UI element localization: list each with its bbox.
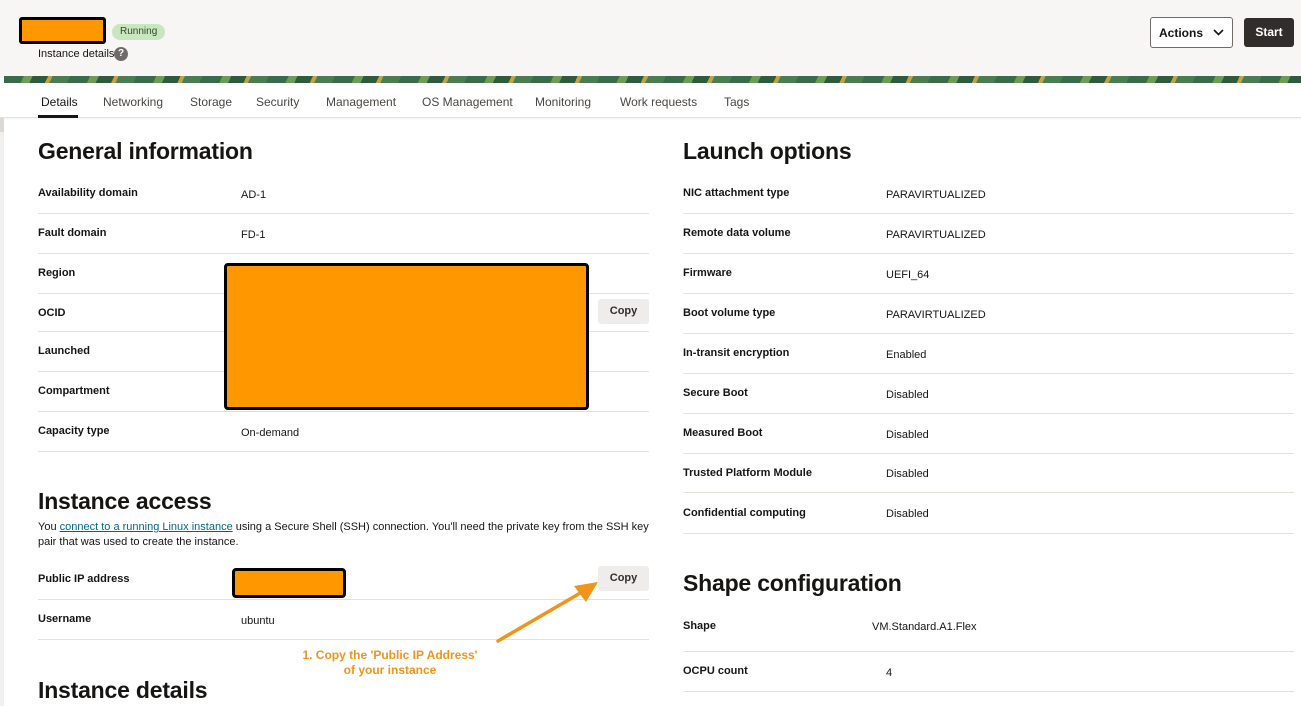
divider [38, 213, 649, 214]
fault-domain-label: Fault domain [38, 227, 107, 239]
ocid-label: OCID [38, 307, 66, 319]
in-transit-encryption-label: In-transit encryption [683, 347, 790, 359]
general-information-title: General information [38, 138, 253, 164]
left-scroll-edge [0, 118, 4, 706]
divider [38, 451, 649, 452]
username-label: Username [38, 613, 92, 625]
tab-networking[interactable]: Networking [103, 95, 163, 109]
tab-tags[interactable]: Tags [724, 95, 749, 109]
redacted-instance-name [19, 17, 106, 44]
username-value: ubuntu [241, 615, 275, 627]
actions-label: Actions [1158, 25, 1203, 40]
remote-data-volume-value: PARAVIRTUALIZED [886, 229, 986, 241]
page-header: Running Instance details ? Actions Start [0, 0, 1301, 78]
divider [683, 293, 1294, 294]
measured-boot-label: Measured Boot [683, 427, 763, 439]
instance-access-description: You connect to a running Linux instance … [38, 520, 650, 550]
scroll-mark [0, 118, 4, 132]
divider [683, 453, 1294, 454]
active-tab-indicator [38, 115, 78, 118]
ocpu-count-value: 4 [886, 667, 893, 679]
divider [683, 213, 1294, 214]
ocpu-count-label: OCPU count [683, 665, 748, 677]
annotation-line-1: 1. Copy the 'Public IP Address' [302, 648, 478, 662]
divider [683, 492, 1294, 493]
region-label: Region [38, 267, 76, 279]
instance-details-title: Instance details [38, 677, 208, 703]
firmware-label: Firmware [683, 267, 732, 279]
boot-volume-type-value: PARAVIRTUALIZED [886, 309, 986, 321]
compartment-label: Compartment [38, 385, 110, 397]
launch-options-title: Launch options [683, 138, 852, 164]
divider [683, 253, 1294, 254]
tab-bar: Details Networking Storage Security Mana… [0, 83, 1301, 118]
tab-details[interactable]: Details [41, 95, 78, 109]
redacted-public-ip [232, 568, 346, 598]
connect-linux-instance-link[interactable]: connect to a running Linux instance [60, 521, 233, 533]
copy-public-ip-button[interactable]: Copy [598, 566, 649, 591]
divider [683, 651, 1294, 652]
annotation-callout: 1. Copy the 'Public IP Address' of your … [270, 648, 510, 678]
secure-boot-label: Secure Boot [683, 387, 748, 399]
in-transit-encryption-value: Enabled [886, 349, 927, 361]
divider [683, 533, 1294, 534]
public-ip-label: Public IP address [38, 573, 130, 585]
confidential-computing-value: Disabled [886, 508, 929, 520]
capacity-type-value: On-demand [241, 427, 300, 439]
nic-attachment-value: PARAVIRTUALIZED [886, 189, 986, 201]
tab-work-requests[interactable]: Work requests [620, 95, 697, 109]
divider [683, 413, 1294, 414]
divider [683, 373, 1294, 374]
availability-domain-label: Availability domain [38, 187, 138, 199]
nic-attachment-label: NIC attachment type [683, 187, 790, 199]
shape-value: VM.Standard.A1.Flex [872, 621, 977, 633]
redacted-region-ocid-values [224, 263, 589, 410]
header-banner [4, 76, 1301, 83]
divider [38, 253, 649, 254]
capacity-type-label: Capacity type [38, 425, 110, 437]
divider [38, 599, 649, 600]
trusted-platform-module-label: Trusted Platform Module [683, 467, 812, 479]
actions-button[interactable]: Actions [1150, 17, 1233, 48]
divider [683, 333, 1294, 334]
access-text-before: You [38, 521, 60, 533]
chevron-down-icon [1213, 29, 1224, 36]
tab-security[interactable]: Security [256, 95, 299, 109]
annotation-line-2: of your instance [343, 663, 437, 677]
secure-boot-value: Disabled [886, 389, 929, 401]
copy-ocid-button[interactable]: Copy [598, 299, 649, 324]
shape-configuration-title: Shape configuration [683, 570, 902, 596]
trusted-platform-module-value: Disabled [886, 468, 929, 480]
availability-domain-value: AD-1 [241, 189, 267, 201]
launched-label: Launched [38, 345, 90, 357]
tab-os-management[interactable]: OS Management [422, 95, 513, 109]
tab-monitoring[interactable]: Monitoring [535, 95, 591, 109]
firmware-value: UEFI_64 [886, 269, 930, 281]
start-button[interactable]: Start [1244, 18, 1294, 47]
instance-access-title: Instance access [38, 488, 212, 514]
remote-data-volume-label: Remote data volume [683, 227, 791, 239]
tab-management[interactable]: Management [326, 95, 396, 109]
boot-volume-type-label: Boot volume type [683, 307, 776, 319]
fault-domain-value: FD-1 [241, 229, 266, 241]
shape-label: Shape [683, 620, 717, 632]
measured-boot-value: Disabled [886, 429, 929, 441]
divider [683, 691, 1294, 692]
status-badge: Running [112, 24, 166, 40]
divider [38, 411, 649, 412]
divider [38, 639, 649, 640]
tab-storage[interactable]: Storage [190, 95, 232, 109]
help-icon[interactable]: ? [114, 47, 128, 61]
confidential-computing-label: Confidential computing [683, 507, 806, 519]
page-subtitle: Instance details [38, 48, 115, 60]
